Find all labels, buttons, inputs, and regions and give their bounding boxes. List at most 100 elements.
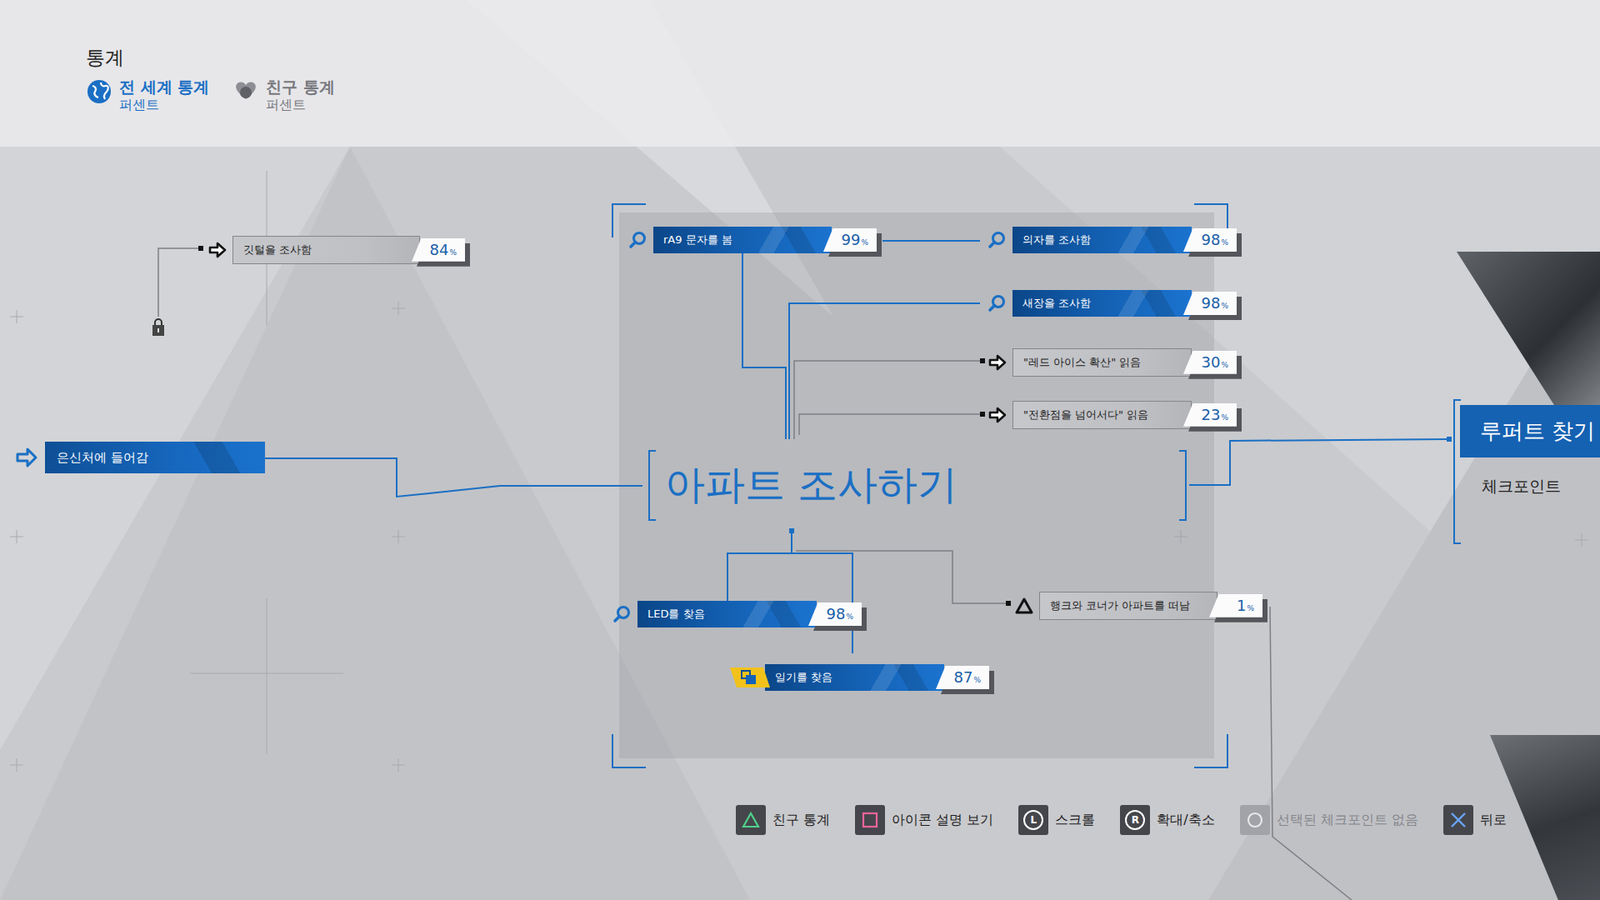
node-percent: 1% bbox=[1209, 594, 1263, 618]
arrow-icon bbox=[207, 240, 228, 260]
stats-tab[interactable]: 친구 통계퍼센트 bbox=[232, 76, 335, 115]
stick-icon: L bbox=[1023, 810, 1044, 830]
diary-icon bbox=[730, 664, 770, 691]
arrow-icon bbox=[987, 352, 1008, 373]
magnifier-icon bbox=[987, 230, 1008, 250]
magnifier-icon bbox=[987, 293, 1008, 314]
percent-unit: % bbox=[449, 247, 457, 260]
stats-header: 통계 전 세계 통계퍼센트친구 통계퍼센트 bbox=[0, 0, 1600, 147]
tab-label: 친구 통계 bbox=[265, 76, 335, 98]
magnifier-icon bbox=[612, 604, 633, 625]
node-bar: 새장을 조사함 bbox=[1012, 290, 1192, 317]
flow-node[interactable]: 행크와 코너가 아파트를 떠남1% bbox=[1014, 591, 1263, 620]
control-hint[interactable]: R 확대/축소 bbox=[1120, 805, 1215, 835]
flow-node[interactable]: LED를 찾음 98% bbox=[612, 600, 862, 628]
flow-node[interactable]: "전환점을 넘어서다" 읽음 23% bbox=[987, 400, 1237, 430]
flow-node[interactable]: 의자를 조사함 98% bbox=[987, 226, 1237, 254]
button-icon-box: L bbox=[1018, 805, 1049, 835]
flow-node[interactable]: 일기를 찾음 87% bbox=[730, 664, 990, 691]
node-label: "전환점을 넘어서다" 읽음 bbox=[1023, 406, 1149, 424]
percent-value: 98 bbox=[826, 605, 846, 624]
control-label: 아이콘 설명 보기 bbox=[891, 810, 994, 830]
tab-label: 전 세계 통계 bbox=[119, 76, 210, 98]
percent-unit: % bbox=[1220, 237, 1229, 250]
arrow-icon bbox=[15, 445, 39, 470]
stick-icon: R bbox=[1125, 810, 1145, 830]
node-icon-box bbox=[1014, 595, 1035, 616]
triangle-button-icon bbox=[741, 810, 760, 830]
control-hint[interactable]: 아이콘 설명 보기 bbox=[855, 805, 994, 835]
node-label: 깃털을 조사함 bbox=[243, 241, 312, 259]
control-label: 뒤로 bbox=[1480, 810, 1507, 830]
node-label: rA9 문자를 봄 bbox=[663, 231, 733, 249]
node-percent: 99% bbox=[823, 228, 877, 252]
node-percent: 98% bbox=[1183, 228, 1237, 252]
stats-screen: 통계 전 세계 통계퍼센트친구 통계퍼센트 아파트 조사하기 은 bbox=[0, 0, 1600, 900]
node-label: LED를 찾음 bbox=[647, 605, 705, 623]
magnifier-icon bbox=[628, 230, 649, 250]
entry-node[interactable]: 은신처에 들어감 bbox=[15, 441, 265, 474]
scene-title: 아파트 조사하기 bbox=[665, 458, 958, 510]
triangle-icon bbox=[1014, 595, 1035, 616]
entry-label: 은신처에 들어감 bbox=[45, 441, 265, 474]
tab-sublabel: 퍼센트 bbox=[265, 96, 335, 115]
circle-button-icon bbox=[1245, 810, 1265, 830]
percent-unit: % bbox=[1220, 360, 1229, 372]
node-bar: 일기를 찾음 bbox=[765, 664, 945, 691]
flow-node[interactable]: 깃털을 조사함 84% bbox=[207, 235, 465, 265]
globe-icon bbox=[85, 78, 113, 105]
percent-value: 84 bbox=[430, 240, 450, 260]
node-percent: 23% bbox=[1183, 403, 1237, 427]
percent-value: 1 bbox=[1236, 596, 1246, 615]
cross-button-icon bbox=[1449, 810, 1468, 830]
button-icon-box: R bbox=[1120, 805, 1150, 835]
node-percent: 30% bbox=[1183, 350, 1237, 375]
node-bar: LED를 찾음 bbox=[637, 600, 817, 628]
percent-value: 23 bbox=[1201, 405, 1221, 425]
node-icon-box bbox=[612, 604, 633, 625]
percent-unit: % bbox=[973, 675, 981, 687]
node-percent: 98% bbox=[1183, 291, 1237, 315]
percent-value: 98 bbox=[1201, 230, 1221, 250]
node-label: "레드 아이스 확산" 읽음 bbox=[1023, 354, 1141, 371]
control-label: 선택된 체크포인트 없음 bbox=[1276, 810, 1419, 830]
stats-tab[interactable]: 전 세계 통계퍼센트 bbox=[85, 76, 210, 115]
percent-value: 99 bbox=[841, 230, 861, 250]
node-label: 일기를 찾음 bbox=[775, 669, 833, 686]
node-percent: 84% bbox=[411, 238, 465, 262]
control-label: 확대/축소 bbox=[1156, 810, 1215, 830]
control-label: 친구 통계 bbox=[772, 810, 830, 830]
node-percent: 98% bbox=[808, 602, 862, 626]
node-icon-box bbox=[628, 230, 649, 250]
control-hint[interactable]: 뒤로 bbox=[1443, 805, 1507, 835]
checkpoint[interactable]: 루퍼트 찾기체크포인트 bbox=[1460, 405, 1600, 499]
screen-title: 통계 bbox=[85, 46, 1600, 70]
node-icon-box bbox=[730, 664, 770, 691]
control-label: 스크롤 bbox=[1055, 810, 1095, 830]
node-icon-box bbox=[987, 352, 1008, 373]
percent-unit: % bbox=[1220, 412, 1229, 425]
stats-tabs: 전 세계 통계퍼센트친구 통계퍼센트 bbox=[85, 76, 1600, 115]
percent-value: 87 bbox=[954, 668, 974, 687]
node-bar: 깃털을 조사함 bbox=[232, 235, 420, 265]
node-bar: rA9 문자를 봄 bbox=[653, 226, 832, 254]
flow-node[interactable]: rA9 문자를 봄 99% bbox=[628, 226, 877, 254]
node-label: 의자를 조사함 bbox=[1022, 231, 1091, 249]
flow-node[interactable]: 새장을 조사함98% bbox=[987, 290, 1237, 317]
flow-node[interactable]: "레드 아이스 확산" 읽음 30% bbox=[987, 348, 1237, 377]
control-hint: 선택된 체크포인트 없음 bbox=[1240, 805, 1419, 835]
checkpoint-sublabel: 체크포인트 bbox=[1460, 457, 1600, 499]
button-icon-box bbox=[735, 805, 766, 835]
percent-unit: % bbox=[1246, 603, 1255, 615]
percent-unit: % bbox=[860, 237, 869, 250]
control-hints: 친구 통계 아이콘 설명 보기 L 스크롤 R 확대/축소 선택된 체크포인트 없음 뒤로 bbox=[735, 805, 1507, 835]
node-percent: 87% bbox=[935, 665, 990, 690]
control-hint[interactable]: 친구 통계 bbox=[735, 805, 830, 835]
node-icon-box bbox=[987, 405, 1008, 425]
control-hint[interactable]: L 스크롤 bbox=[1018, 805, 1095, 835]
tab-text: 전 세계 통계퍼센트 bbox=[119, 76, 210, 115]
tab-sublabel: 퍼센트 bbox=[119, 96, 210, 115]
arrow-icon bbox=[987, 405, 1008, 425]
node-icon-box bbox=[207, 240, 228, 260]
checkpoint-label: 루퍼트 찾기 bbox=[1460, 405, 1600, 458]
